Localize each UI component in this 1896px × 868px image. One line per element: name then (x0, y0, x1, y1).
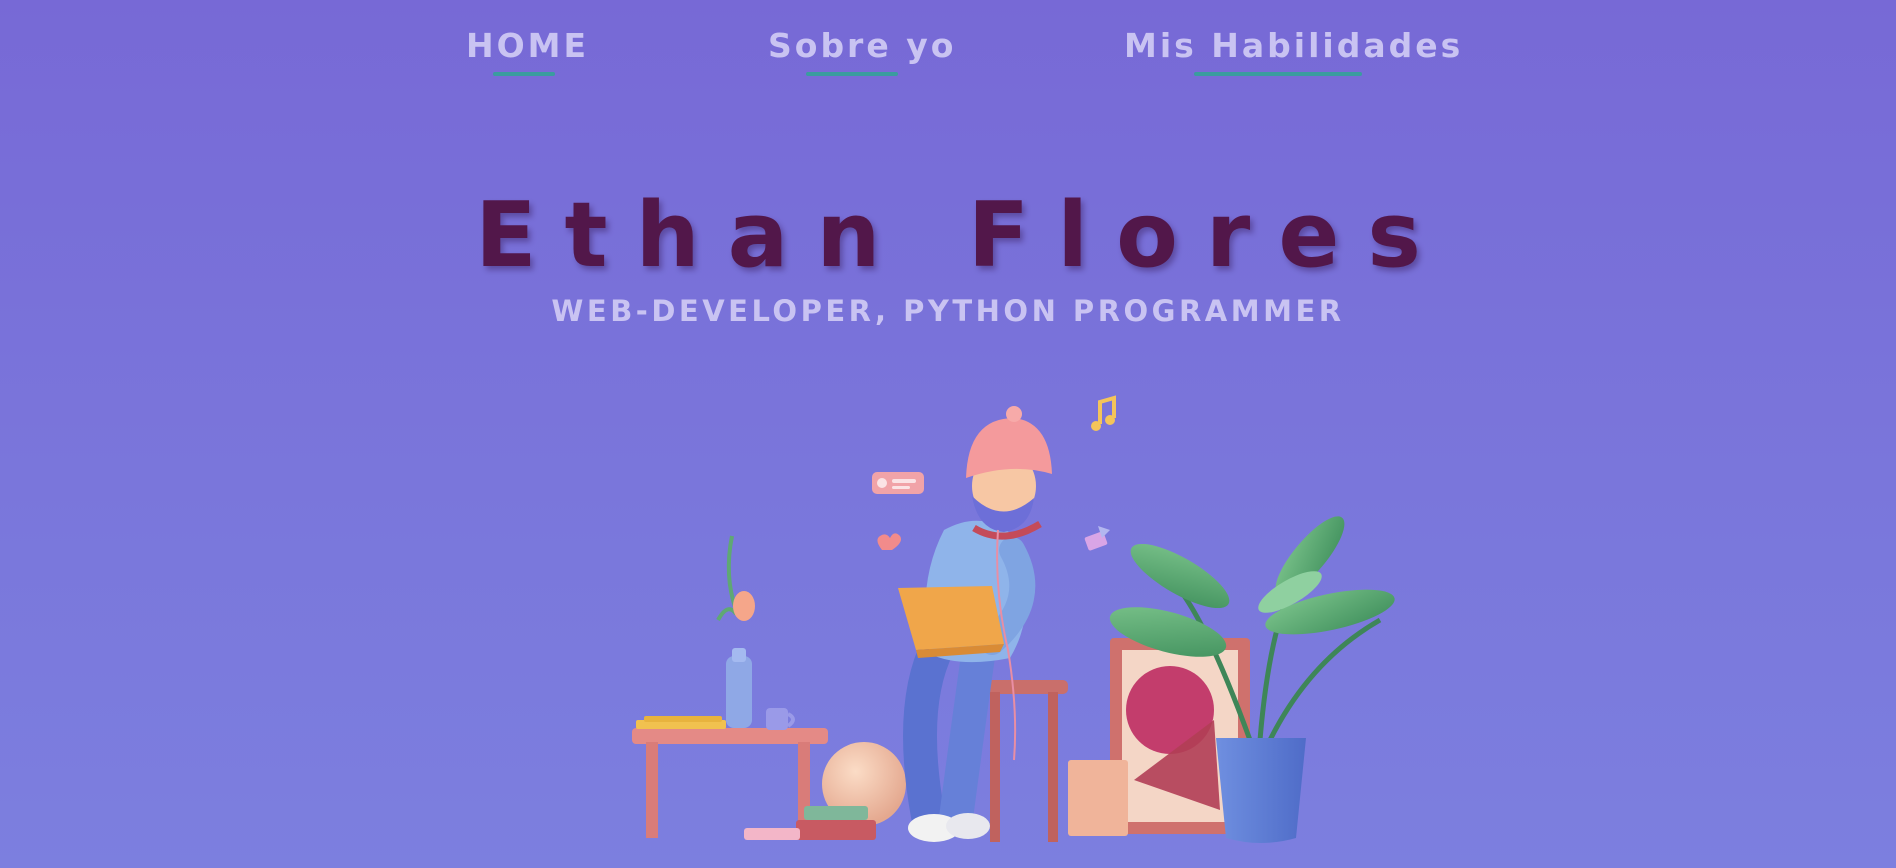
hero-name: Ethan Flores (475, 183, 1449, 288)
main-nav: HOME Sobre yo Mis Habilidades (0, 0, 1896, 90)
music-note-icon (1091, 395, 1116, 431)
nav-link-skills[interactable]: Mis Habilidades (1124, 26, 1463, 76)
side-table (632, 716, 828, 838)
mug (766, 708, 795, 730)
vase-with-flower (716, 535, 755, 728)
nav-link-skills-label: Mis Habilidades (1124, 26, 1464, 65)
nav-underline (1194, 72, 1362, 76)
heart-icon (877, 533, 901, 550)
hero-role: WEB-DEVELOPER, PYTHON PROGRAMMER (551, 294, 1345, 328)
developer-illustration (632, 395, 1395, 843)
nav-link-about-label: Sobre yo (768, 26, 957, 65)
nav-link-home[interactable]: HOME (466, 26, 589, 76)
chat-bubble-icon (872, 472, 924, 494)
book-stack (744, 806, 876, 840)
developer-character (898, 406, 1052, 842)
nav-link-home-label: HOME (466, 26, 590, 65)
envelope-icon (1084, 526, 1110, 551)
nav-link-about[interactable]: Sobre yo (768, 26, 956, 76)
stool (982, 680, 1068, 842)
nav-underline (493, 72, 555, 76)
nav-underline (806, 72, 898, 76)
